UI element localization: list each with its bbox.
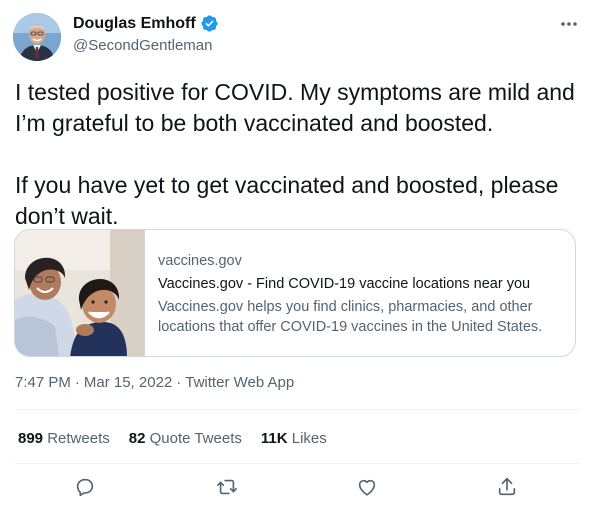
likes-stat[interactable]: 11K Likes [261, 430, 327, 447]
action-bar [0, 475, 595, 501]
tweet-time[interactable]: 7:47 PM [15, 374, 71, 391]
tweet-paragraph: If you have yet to get vaccinated and bo… [15, 172, 559, 229]
like-icon[interactable] [355, 475, 379, 499]
link-card-title: Vaccines.gov - Find COVID-19 vaccine loc… [158, 276, 531, 292]
link-card[interactable]: vaccines.gov Vaccines.gov - Find COVID-1… [14, 229, 576, 357]
retweets-stat[interactable]: 899 Retweets [18, 430, 110, 447]
divider [15, 463, 580, 464]
quote-tweets-stat[interactable]: 82 Quote Tweets [129, 430, 242, 447]
likes-count: 11K [260, 430, 288, 447]
meta-separator: · [176, 374, 182, 391]
handle[interactable]: @SecondGentleman [73, 37, 212, 54]
likes-label: Likes [291, 430, 327, 447]
tweet-date[interactable]: Mar 15, 2022 [84, 374, 172, 391]
tweet: Douglas Emhoff @SecondGentleman I tested… [0, 0, 595, 516]
share-icon[interactable] [495, 475, 519, 499]
tweet-text: I tested positive for COVID. My symptoms… [15, 77, 580, 232]
meta-separator: · [74, 374, 80, 391]
link-card-image[interactable] [15, 230, 145, 356]
author-name-row[interactable]: Douglas Emhoff [73, 14, 219, 33]
quote-tweets-count: 82 [128, 430, 146, 447]
display-name[interactable]: Douglas Emhoff [73, 15, 196, 33]
retweets-count: 899 [18, 430, 44, 447]
reply-icon[interactable] [73, 475, 97, 499]
link-card-description: Vaccines.gov helps you find clinics, pha… [158, 299, 543, 335]
tweet-stats: 899 Retweets 82 Quote Tweets 11K Likes [18, 430, 327, 447]
verified-badge-icon [200, 14, 219, 33]
quote-tweets-label: Quote Tweets [149, 430, 242, 447]
retweet-icon[interactable] [215, 475, 239, 499]
tweet-source[interactable]: Twitter Web App [185, 374, 294, 391]
link-card-domain: vaccines.gov [158, 253, 242, 269]
tweet-meta: 7:47 PM · Mar 15, 2022 · Twitter Web App [15, 374, 294, 391]
more-icon[interactable] [557, 12, 581, 36]
link-card-text[interactable]: vaccines.gov Vaccines.gov - Find COVID-1… [158, 251, 563, 337]
divider [15, 409, 580, 410]
retweets-label: Retweets [47, 430, 110, 447]
tweet-paragraph: I tested positive for COVID. My symptoms… [15, 79, 575, 136]
avatar[interactable] [13, 13, 61, 61]
